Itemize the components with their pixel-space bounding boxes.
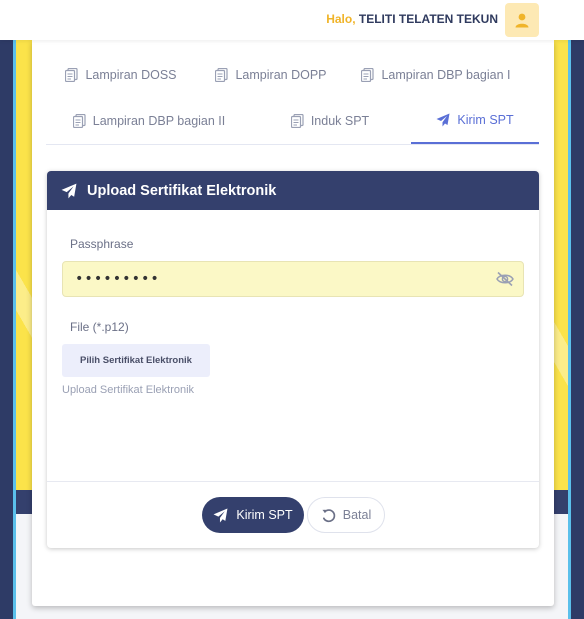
tab-label: Lampiran DOPP [235,68,327,82]
tab-label: Lampiran DBP bagian II [92,114,226,128]
passphrase-input[interactable] [63,262,523,296]
tab-label: Induk SPT [310,114,370,128]
document-icon [290,114,304,128]
panel-header: Upload Sertifikat Elektronik [47,171,539,210]
footer-divider [47,481,539,482]
file-label: File (*.p12) [70,320,129,334]
eye-slash-icon[interactable] [496,271,514,287]
choose-certificate-button[interactable]: Pilih Sertifikat Elektronik [62,344,210,377]
passphrase-field [62,261,524,297]
passphrase-label: Passphrase [70,237,134,251]
document-icon [215,68,229,82]
tab-lampiran-dbp-2[interactable]: Lampiran DBP bagian II [46,98,252,144]
send-spt-button[interactable]: Kirim SPT [202,497,304,533]
tab-lampiran-dopp[interactable]: Lampiran DOPP [196,52,346,98]
right-frame [568,0,584,619]
left-frame [0,0,16,619]
main-card: Lampiran DOSS Lampiran DOPP Lampiran DBP… [32,40,554,606]
tab-lampiran-doss[interactable]: Lampiran DOSS [46,52,196,98]
tab-label: Lampiran DOSS [85,68,177,82]
tabs-divider [46,144,539,145]
tab-kirim-spt[interactable]: Kirim SPT [411,98,539,144]
document-icon [72,114,86,128]
file-helper-text: Upload Sertifikat Elektronik [62,384,195,396]
panel-title: Upload Sertifikat Elektronik [87,182,277,199]
send-icon [213,508,228,522]
tab-lampiran-dbp-1[interactable]: Lampiran DBP bagian I [346,52,526,98]
upload-panel: Upload Sertifikat Elektronik Passphrase … [47,171,539,548]
document-icon [65,68,79,82]
user-greeting: Halo, TELITI TELATEN TEKUN [326,12,498,26]
user-icon [515,13,529,28]
undo-icon [322,508,335,522]
cancel-label: Batal [342,508,372,522]
cancel-button[interactable]: Batal [307,497,385,533]
document-icon [361,68,375,82]
avatar[interactable] [505,3,539,37]
tab-label: Lampiran DBP bagian I [381,68,511,82]
send-icon [61,183,77,198]
top-bar: Halo, TELITI TELATEN TEKUN [0,0,584,40]
greeting-prefix: Halo, [326,12,356,26]
user-name[interactable]: TELITI TELATEN TEKUN [359,12,498,26]
tab-label: Kirim SPT [457,113,514,127]
send-spt-label: Kirim SPT [236,508,293,522]
tab-induk-spt[interactable]: Induk SPT [250,98,410,144]
send-icon [436,113,450,127]
